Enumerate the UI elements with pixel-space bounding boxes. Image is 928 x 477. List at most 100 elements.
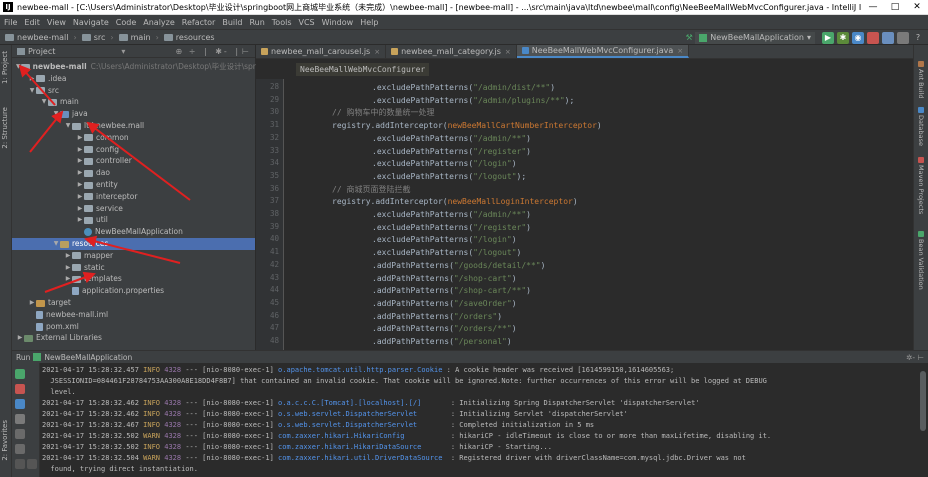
menu-refactor[interactable]: Refactor: [182, 18, 216, 27]
close-tab-icon[interactable]: ×: [374, 48, 380, 56]
tree-node-dao[interactable]: ▶ dao: [12, 167, 255, 179]
menu-tools[interactable]: Tools: [272, 18, 292, 27]
console-scrollbar[interactable]: [920, 371, 926, 431]
tree-node-main[interactable]: ▼ main: [12, 96, 255, 108]
close-tab-icon[interactable]: ×: [505, 48, 511, 56]
stop-icon[interactable]: [15, 384, 25, 394]
project-panel-title[interactable]: Project: [28, 47, 55, 56]
tree-node-service[interactable]: ▶ service: [12, 203, 255, 215]
breadcrumb-item[interactable]: newbee-mall ›: [5, 33, 77, 42]
class-breadcrumb[interactable]: NeeBeeMallWebMvcConfigurer: [296, 63, 430, 76]
debug-icon[interactable]: ✱: [837, 31, 849, 44]
run-panel-tools[interactable]: ✲- ⊢: [906, 353, 924, 362]
tab-project[interactable]: 1: Project: [1, 51, 11, 84]
tab-ant-build[interactable]: Ant Build: [917, 61, 925, 99]
breadcrumb-item[interactable]: src ›: [81, 33, 114, 42]
run-config-selector[interactable]: NewBeeMallApplication ▾: [695, 31, 815, 44]
console-output[interactable]: 2021-04-17 15:28:32.457 INFO 4328 --- [n…: [42, 365, 910, 477]
expand-arrow-icon[interactable]: ▼: [40, 96, 48, 108]
menu-edit[interactable]: Edit: [24, 18, 40, 27]
close-icon[interactable]: [15, 459, 25, 469]
tree-node-config[interactable]: ▶ config: [12, 144, 255, 156]
chevron-down-icon[interactable]: ▾: [121, 47, 125, 56]
tree-node-resources[interactable]: ▼ resources: [12, 238, 255, 250]
breadcrumb-item[interactable]: resources: [163, 33, 215, 42]
tab-favorites[interactable]: 2: Favorites: [1, 420, 11, 461]
tree-node-application-properties[interactable]: application.properties: [12, 285, 255, 297]
tree-node-newbee-mall[interactable]: ▼ newbee-mall C:\Users\Administrator\Deskt…: [12, 61, 263, 73]
menu-analyze[interactable]: Analyze: [143, 18, 175, 27]
tree-node--idea[interactable]: ▶ .idea: [12, 73, 255, 85]
collapse-arrow-icon[interactable]: ▶: [28, 297, 36, 309]
tree-node-templates[interactable]: ▶ templates: [12, 273, 255, 285]
tree-node-java[interactable]: ▼ java: [12, 108, 255, 120]
collapse-arrow-icon[interactable]: ▶: [76, 214, 84, 226]
tab-maven-projects[interactable]: Maven Projects: [917, 157, 925, 214]
tree-node-util[interactable]: ▶ util: [12, 214, 255, 226]
structure-icon[interactable]: [897, 31, 909, 44]
tree-node-static[interactable]: ▶ static: [12, 262, 255, 274]
menu-vcs[interactable]: VCS: [299, 18, 315, 27]
stop-icon[interactable]: [867, 31, 879, 44]
editor-tab[interactable]: newbee_mall_category.js ×: [386, 45, 517, 58]
tree-node-ltd-newbee-mall[interactable]: ▼ ltd.newbee.mall: [12, 120, 255, 132]
menu-help[interactable]: Help: [360, 18, 378, 27]
settings-icon[interactable]: [15, 429, 25, 439]
expand-arrow-icon[interactable]: ▼: [16, 61, 21, 73]
tab-database[interactable]: Database: [917, 107, 925, 146]
expand-arrow-icon[interactable]: ▼: [28, 85, 36, 97]
tree-node-newbeemallapplication[interactable]: NewBeeMallApplication: [12, 226, 255, 238]
build-icon[interactable]: ⚒: [683, 32, 695, 44]
minimize-button[interactable]: —: [862, 2, 884, 12]
collapse-arrow-icon[interactable]: ▶: [76, 203, 84, 215]
menu-build[interactable]: Build: [222, 18, 242, 27]
tab-structure[interactable]: 2: Structure: [1, 107, 11, 149]
menu-code[interactable]: Code: [116, 18, 136, 27]
tree-node-entity[interactable]: ▶ entity: [12, 179, 255, 191]
collapse-arrow-icon[interactable]: ▶: [76, 179, 84, 191]
tree-node-src[interactable]: ▼ src: [12, 85, 255, 97]
editor-tab[interactable]: NeeBeeMallWebMvcConfigurer.java ×: [516, 45, 690, 58]
collapse-arrow-icon[interactable]: ▶: [76, 144, 84, 156]
collapse-arrow-icon[interactable]: ▶: [76, 191, 84, 203]
pause-icon[interactable]: [15, 399, 25, 409]
collapse-arrow-icon[interactable]: ▶: [64, 262, 72, 274]
maximize-button[interactable]: □: [884, 2, 906, 12]
menu-navigate[interactable]: Navigate: [73, 18, 109, 27]
project-panel-tools[interactable]: ⊕ ÷ ❘ ✱- ❘⊢: [175, 47, 251, 56]
editor-tab[interactable]: newbee_mall_carousel.js ×: [256, 45, 387, 58]
breadcrumb-item[interactable]: main ›: [118, 33, 159, 42]
tree-node-pom-xml[interactable]: pom.xml: [12, 321, 255, 333]
dump-threads-icon[interactable]: [15, 414, 25, 424]
collapse-arrow-icon[interactable]: ▶: [64, 250, 72, 262]
tree-node-target[interactable]: ▶ target: [12, 297, 255, 309]
collapse-arrow-icon[interactable]: ▶: [28, 73, 36, 85]
expand-arrow-icon[interactable]: ▼: [52, 238, 60, 250]
tree-node-controller[interactable]: ▶ controller: [12, 155, 255, 167]
collapse-arrow-icon[interactable]: ▶: [64, 273, 72, 285]
menu-file[interactable]: File: [4, 18, 17, 27]
expand-arrow-icon[interactable]: ▼: [52, 108, 60, 120]
run-icon[interactable]: ▶: [822, 31, 834, 44]
rerun-icon[interactable]: [15, 369, 25, 379]
collapse-arrow-icon[interactable]: ▶: [16, 332, 24, 344]
coverage-icon[interactable]: ◉: [852, 31, 864, 44]
run-app-tab[interactable]: NewBeeMallApplication: [44, 353, 132, 362]
menu-window[interactable]: Window: [322, 18, 354, 27]
tree-node-interceptor[interactable]: ▶ interceptor: [12, 191, 255, 203]
collapse-arrow-icon[interactable]: ▶: [76, 155, 84, 167]
tree-node-mapper[interactable]: ▶ mapper: [12, 250, 255, 262]
help-icon[interactable]: ?: [912, 32, 924, 44]
tree-node-common[interactable]: ▶ common: [12, 132, 255, 144]
pin-icon[interactable]: [15, 444, 25, 454]
tree-node-newbee-mall-iml[interactable]: newbee-mall.iml: [12, 309, 255, 321]
close-button[interactable]: ✕: [906, 2, 928, 12]
tab-bean-validation[interactable]: Bean Validation: [917, 231, 925, 290]
tree-node-external-libraries[interactable]: ▶ External Libraries: [12, 332, 255, 344]
collapse-arrow-icon[interactable]: ▶: [76, 132, 84, 144]
menu-run[interactable]: Run: [249, 18, 264, 27]
help-icon[interactable]: [27, 459, 37, 469]
close-tab-icon[interactable]: ×: [677, 47, 683, 55]
collapse-arrow-icon[interactable]: ▶: [76, 167, 84, 179]
sdk-icon[interactable]: [882, 31, 894, 44]
